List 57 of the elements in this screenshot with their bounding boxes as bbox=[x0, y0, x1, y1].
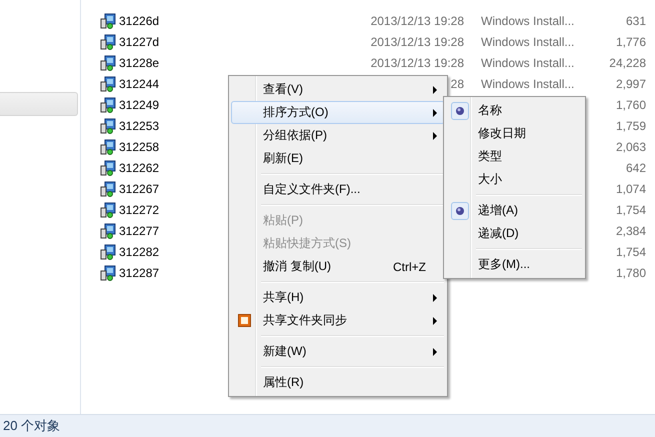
menu-item[interactable]: 排序方式(O) bbox=[231, 101, 445, 124]
installer-icon bbox=[100, 118, 116, 134]
file-size: 631 bbox=[626, 14, 646, 28]
file-size: 1,754 bbox=[616, 202, 646, 216]
modified-date: 2013/12/13 19:28 bbox=[370, 14, 464, 28]
file-size: 642 bbox=[626, 160, 646, 174]
installer-icon bbox=[100, 138, 116, 154]
menu-item[interactable]: 自定义文件夹(F)... bbox=[231, 178, 445, 201]
file-type: Windows Install... bbox=[481, 56, 574, 70]
file-size: 24,228 bbox=[609, 56, 646, 70]
menu-item[interactable]: 修改日期 bbox=[446, 122, 583, 145]
menu-item[interactable]: 属性(R) bbox=[231, 371, 445, 394]
nav-item[interactable] bbox=[0, 92, 78, 116]
installer-icon bbox=[100, 244, 116, 260]
file-size: 1,754 bbox=[616, 244, 646, 258]
menu-item[interactable]: 新建(W) bbox=[231, 340, 445, 363]
file-name[interactable]: 31226d bbox=[116, 14, 359, 28]
file-size: 2,384 bbox=[616, 224, 646, 238]
file-name[interactable]: 31228e bbox=[116, 56, 359, 70]
menu-item[interactable]: 递增(A) bbox=[446, 199, 583, 222]
installer-icon bbox=[100, 96, 116, 112]
menu-item[interactable]: 更多(M)... bbox=[446, 253, 583, 276]
installer-icon bbox=[100, 54, 116, 70]
menu-item[interactable]: 类型 bbox=[446, 145, 583, 168]
file-type: Windows Install... bbox=[481, 34, 574, 48]
file-name[interactable]: 31227d bbox=[116, 34, 359, 48]
status-text: 20 个对象 bbox=[3, 417, 60, 435]
menu-item[interactable]: 分组依据(P) bbox=[231, 124, 445, 147]
installer-icon bbox=[100, 34, 116, 50]
installer-icon bbox=[100, 76, 116, 92]
sync-icon bbox=[238, 314, 251, 327]
installer-icon bbox=[100, 222, 116, 238]
file-size: 1,759 bbox=[616, 118, 646, 132]
menu-item[interactable]: 共享(H) bbox=[231, 286, 445, 309]
file-type: Windows Install... bbox=[481, 76, 574, 90]
file-size: 1,074 bbox=[616, 182, 646, 196]
file-size: 1,780 bbox=[616, 266, 646, 280]
menu-item[interactable]: 共享文件夹同步 bbox=[231, 309, 445, 332]
menu-item[interactable]: 大小 bbox=[446, 168, 583, 191]
installer-icon bbox=[100, 160, 116, 176]
installer-icon bbox=[100, 12, 116, 28]
modified-date: 2013/12/13 19:28 bbox=[370, 34, 464, 48]
file-size: 2,063 bbox=[616, 140, 646, 154]
file-size: 1,760 bbox=[616, 98, 646, 112]
file-size: 1,776 bbox=[616, 34, 646, 48]
menu-item[interactable]: 刷新(E) bbox=[231, 147, 445, 170]
menu-item[interactable]: 递减(D) bbox=[446, 222, 583, 245]
modified-date: 2013/12/13 19:28 bbox=[370, 56, 464, 70]
modified-date: 28 bbox=[450, 76, 464, 90]
installer-icon bbox=[100, 264, 116, 280]
menu-item[interactable]: 名称 bbox=[446, 99, 583, 122]
installer-icon bbox=[100, 202, 116, 218]
installer-icon bbox=[100, 180, 116, 196]
file-type: Windows Install... bbox=[481, 14, 574, 28]
file-size: 2,997 bbox=[616, 76, 646, 90]
menu-item[interactable]: 查看(V) bbox=[231, 78, 445, 101]
menu-item[interactable]: 撤消 复制(U) Ctrl+Z bbox=[231, 255, 445, 278]
